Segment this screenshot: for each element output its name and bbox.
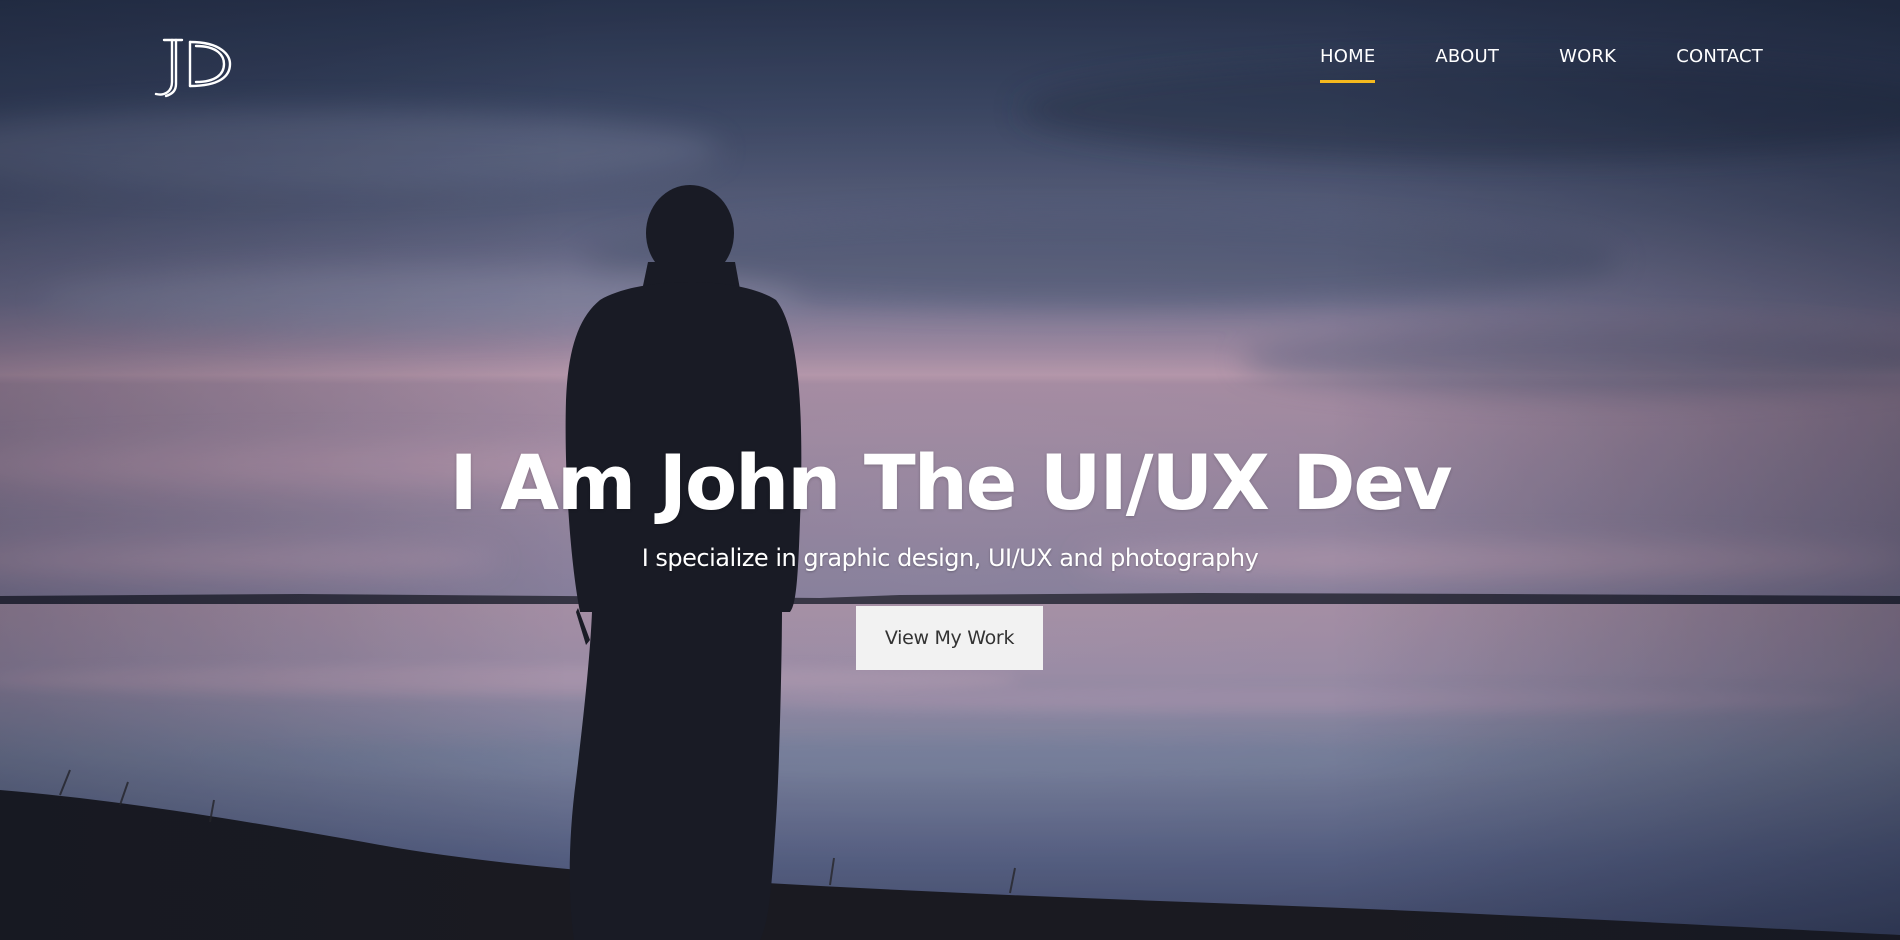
nav-item-label: ABOUT: [1435, 46, 1500, 67]
hero-title: I Am John The UI/UX Dev: [449, 438, 1452, 527]
jd-monogram-icon: [154, 38, 232, 98]
nav-item-home[interactable]: HOME: [1320, 46, 1376, 83]
nav-menu: HOME ABOUT WORK CONTACT: [1320, 46, 1763, 83]
top-navbar: HOME ABOUT WORK CONTACT: [0, 0, 1900, 110]
nav-item-contact[interactable]: CONTACT: [1676, 46, 1763, 67]
nav-item-label: HOME: [1320, 46, 1376, 67]
nav-item-label: CONTACT: [1676, 46, 1763, 67]
nav-item-work[interactable]: WORK: [1559, 46, 1616, 67]
active-nav-indicator: [1320, 80, 1376, 83]
nav-item-label: WORK: [1559, 46, 1617, 67]
hero-section: HOME ABOUT WORK CONTACT I Am John The UI…: [0, 0, 1900, 940]
hero-subtitle: I specialize in graphic design, UI/UX an…: [641, 544, 1259, 572]
nav-item-about[interactable]: ABOUT: [1435, 46, 1499, 67]
site-logo[interactable]: [150, 34, 238, 100]
view-my-work-button[interactable]: View My Work: [856, 606, 1043, 670]
hero-content: I Am John The UI/UX Dev I specialize in …: [0, 428, 1900, 578]
